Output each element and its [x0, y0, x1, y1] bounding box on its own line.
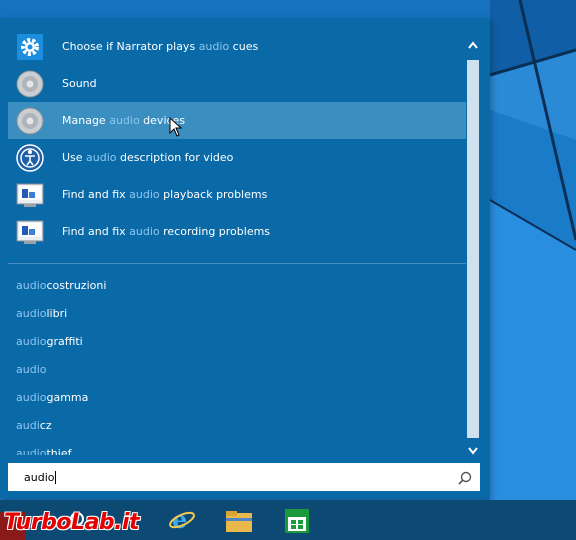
result-label: Choose if Narrator plays audio cues — [62, 40, 259, 53]
results-divider — [8, 263, 466, 264]
internet-explorer-icon[interactable]: e — [168, 506, 196, 534]
result-label: Sound — [62, 77, 97, 90]
result-label: Use audio description for video — [62, 151, 234, 164]
result-label: Find and fix audio recording problems — [62, 225, 271, 238]
troubleshooter-icon — [16, 218, 44, 246]
search-icon[interactable] — [458, 470, 472, 485]
search-box[interactable]: audio — [8, 463, 480, 491]
results-scrollbar[interactable] — [466, 30, 480, 464]
result-fix-playback[interactable]: Find and fix audio playback problems — [8, 176, 466, 213]
result-sound[interactable]: Sound — [8, 65, 466, 102]
mouse-cursor-icon — [169, 117, 183, 137]
troubleshooter-icon — [16, 181, 44, 209]
result-narrator-audio-cues[interactable]: Choose if Narrator plays audio cues — [8, 28, 466, 65]
result-label: Manage audio devices — [62, 114, 186, 127]
suggestion-item[interactable]: audiograffiti — [16, 328, 83, 356]
search-flyout: Choose if Narrator plays audio cues Soun… — [0, 18, 490, 498]
suggestion-item[interactable]: audiolibri — [16, 300, 67, 328]
store-icon[interactable] — [283, 507, 311, 535]
result-audio-description[interactable]: Use audio description for video — [8, 139, 466, 176]
chevron-down-icon[interactable] — [466, 444, 480, 458]
ease-of-access-icon — [16, 143, 44, 172]
web-suggestions: audiocostruzioni audiolibri audiograffit… — [16, 272, 456, 455]
suggestion-item[interactable]: audicz — [16, 412, 52, 440]
scroll-thumb[interactable] — [467, 60, 479, 438]
speaker-icon — [16, 70, 44, 98]
chevron-up-icon[interactable] — [466, 38, 480, 52]
file-explorer-icon[interactable] — [224, 508, 254, 534]
gear-icon — [16, 33, 44, 61]
suggestion-item[interactable]: audio — [16, 356, 46, 384]
suggestion-item[interactable]: audiothief — [16, 440, 71, 455]
search-input[interactable]: audio — [24, 470, 57, 484]
suggestion-item[interactable]: audiocostruzioni — [16, 272, 106, 300]
watermark-logo: TurboLab.it — [4, 510, 140, 535]
result-label: Find and fix audio playback problems — [62, 188, 268, 201]
suggestion-item[interactable]: audiogamma — [16, 384, 88, 412]
result-manage-audio-devices[interactable]: Manage audio devices — [8, 102, 466, 139]
result-fix-recording[interactable]: Find and fix audio recording problems — [8, 213, 466, 250]
taskbar: e TurboLab.it — [0, 500, 576, 540]
speaker-icon — [16, 107, 44, 135]
